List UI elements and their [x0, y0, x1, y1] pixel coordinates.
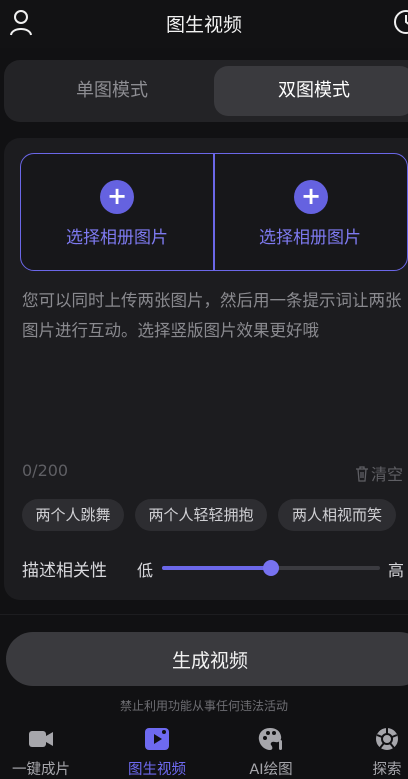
- relevance-slider-thumb[interactable]: [263, 560, 279, 576]
- nav-label: 一键成片: [12, 762, 70, 778]
- trash-icon: [356, 466, 368, 482]
- history-clock-icon[interactable]: [392, 8, 408, 36]
- prompt-input[interactable]: 您可以同时上传两张图片，然后用一条提示词让两张图片进行互动。选择竖版图片效果更好…: [22, 286, 408, 346]
- divider-line: [0, 614, 408, 615]
- nav-item-one-click[interactable]: 一键成片: [0, 726, 86, 779]
- generate-video-label: 生成视频: [171, 650, 248, 672]
- relevance-high-label: 高: [388, 561, 405, 580]
- add-image-left-icon[interactable]: +: [100, 180, 134, 214]
- video-camera-icon: [29, 731, 53, 747]
- image-play-icon: [145, 728, 169, 750]
- clear-button[interactable]: 清空: [355, 461, 403, 485]
- palette-icon: [258, 728, 282, 750]
- char-counter: 0/200: [22, 461, 69, 480]
- select-album-image-left-button[interactable]: 选择相册图片: [27, 223, 207, 248]
- nav-label: 探索: [372, 762, 402, 778]
- relevance-slider-fill: [162, 566, 271, 570]
- aperture-icon: [376, 728, 398, 750]
- clear-label: 清空: [371, 465, 404, 484]
- nav-item-ai-drawing[interactable]: AI绘图: [226, 726, 316, 779]
- relevance-low-label: 低: [137, 561, 154, 580]
- prompt-chip[interactable]: 两人相视而笑: [278, 499, 396, 531]
- relevance-label: 描述相关性: [22, 561, 107, 581]
- nav-label: 图生视频: [128, 762, 186, 778]
- prompt-chip[interactable]: 两个人轻轻拥抱: [135, 499, 267, 531]
- tab-double-image-mode[interactable]: 双图模式: [214, 66, 408, 116]
- legal-notice: 禁止利用功能从事任何违法活动: [119, 699, 288, 713]
- nav-item-image-to-video[interactable]: 图生视频: [112, 726, 202, 779]
- prompt-chip[interactable]: 两个人跳舞: [22, 499, 124, 531]
- page-title: 图生视频: [165, 14, 242, 36]
- nav-label: AI绘图: [249, 762, 293, 778]
- tab-single-image-mode[interactable]: 单图模式: [10, 66, 214, 116]
- picker-divider: [213, 154, 215, 270]
- select-album-image-right-button[interactable]: 选择相册图片: [220, 223, 400, 248]
- nav-item-explore[interactable]: 探索: [342, 726, 408, 779]
- add-image-right-icon[interactable]: +: [294, 180, 328, 214]
